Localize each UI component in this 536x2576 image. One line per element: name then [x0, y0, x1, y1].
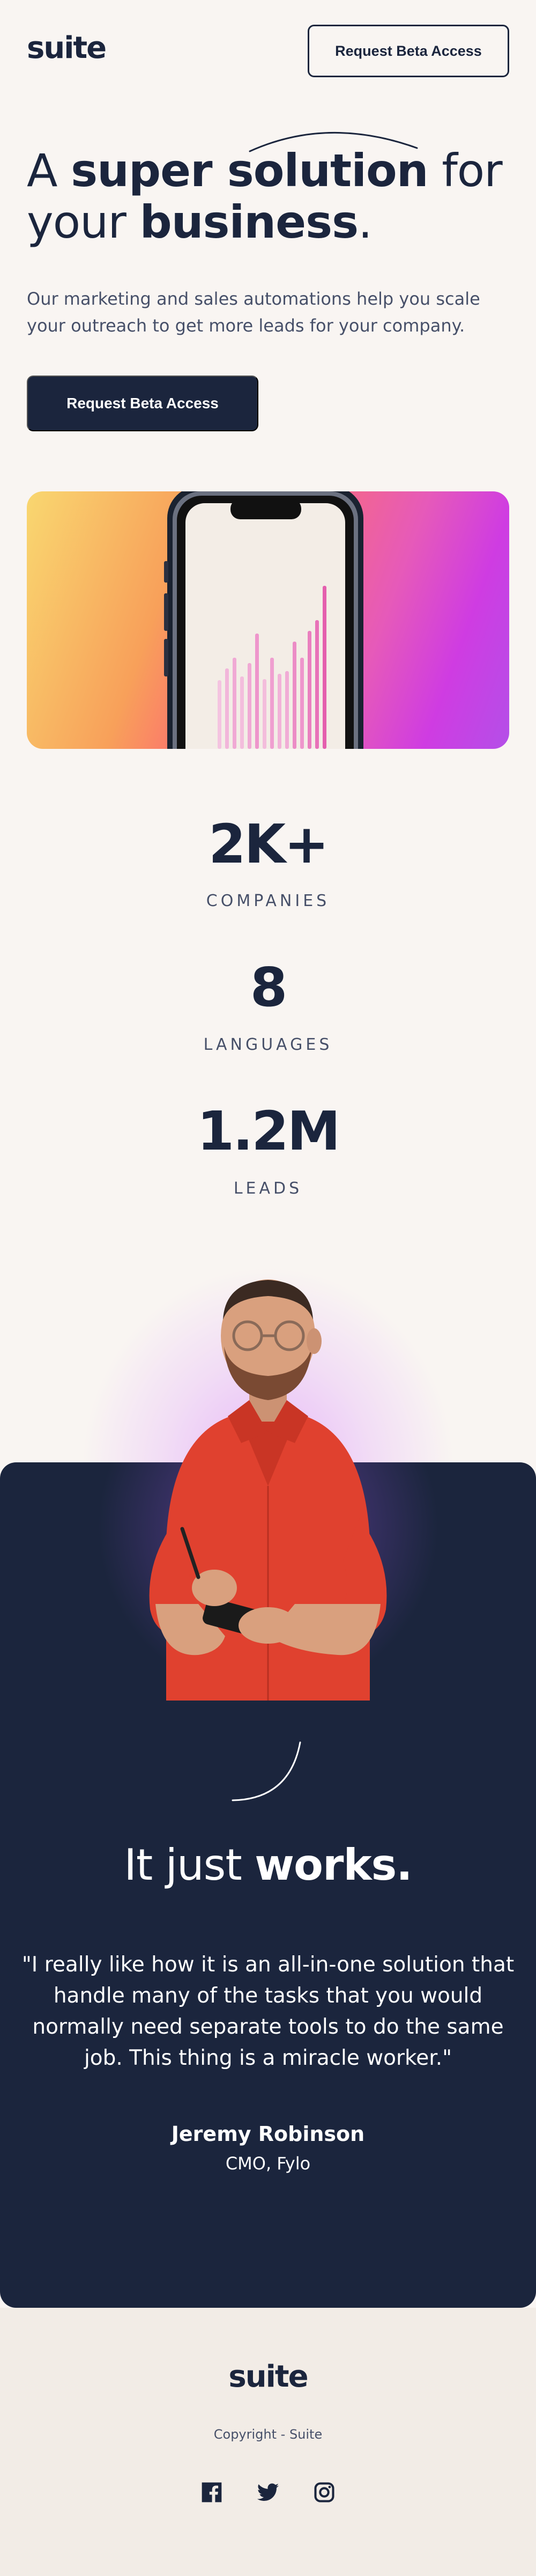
hero-title: A super solution for your business.	[27, 144, 503, 248]
testimonial-heading: It just works.	[124, 1840, 412, 1890]
landing-page: suite Request Beta Access A super soluti…	[0, 0, 536, 2576]
stat-companies-value: 2K+	[209, 813, 329, 875]
testimonial-person-photo	[149, 1279, 387, 1701]
stat-companies-label: COMPANIES	[206, 892, 330, 910]
testimonial-author: Jeremy Robinson	[171, 2122, 365, 2146]
request-beta-access-button[interactable]: Request Beta Access	[308, 25, 509, 77]
stat-languages-value: 8	[250, 956, 288, 1019]
stat-leads-value: 1.2M	[197, 1100, 341, 1162]
copyright: Copyright - Suite	[213, 2427, 323, 2442]
instagram-icon[interactable]	[312, 2481, 336, 2504]
logo[interactable]: suite	[27, 33, 107, 63]
twitter-icon[interactable]	[256, 2481, 280, 2504]
footer-logo[interactable]: suite	[0, 2359, 536, 2394]
decorative-arc	[232, 1741, 301, 1801]
stat-languages-label: LANGUAGES	[203, 1035, 333, 1054]
testimonial-author-role: CMO, Fylo	[225, 2153, 311, 2174]
testimonial-quote: "I really like how it is an all-in-one s…	[21, 1953, 515, 2070]
phone-illustration	[27, 491, 509, 749]
footer	[0, 2308, 536, 2576]
stat-leads-label: LEADS	[233, 1179, 303, 1198]
facebook-icon[interactable]	[200, 2481, 224, 2504]
hero-subtitle: Our marketing and sales automations help…	[27, 289, 480, 336]
hero-request-beta-access-button[interactable]: Request Beta Access	[27, 376, 258, 431]
phone-image	[164, 491, 363, 749]
